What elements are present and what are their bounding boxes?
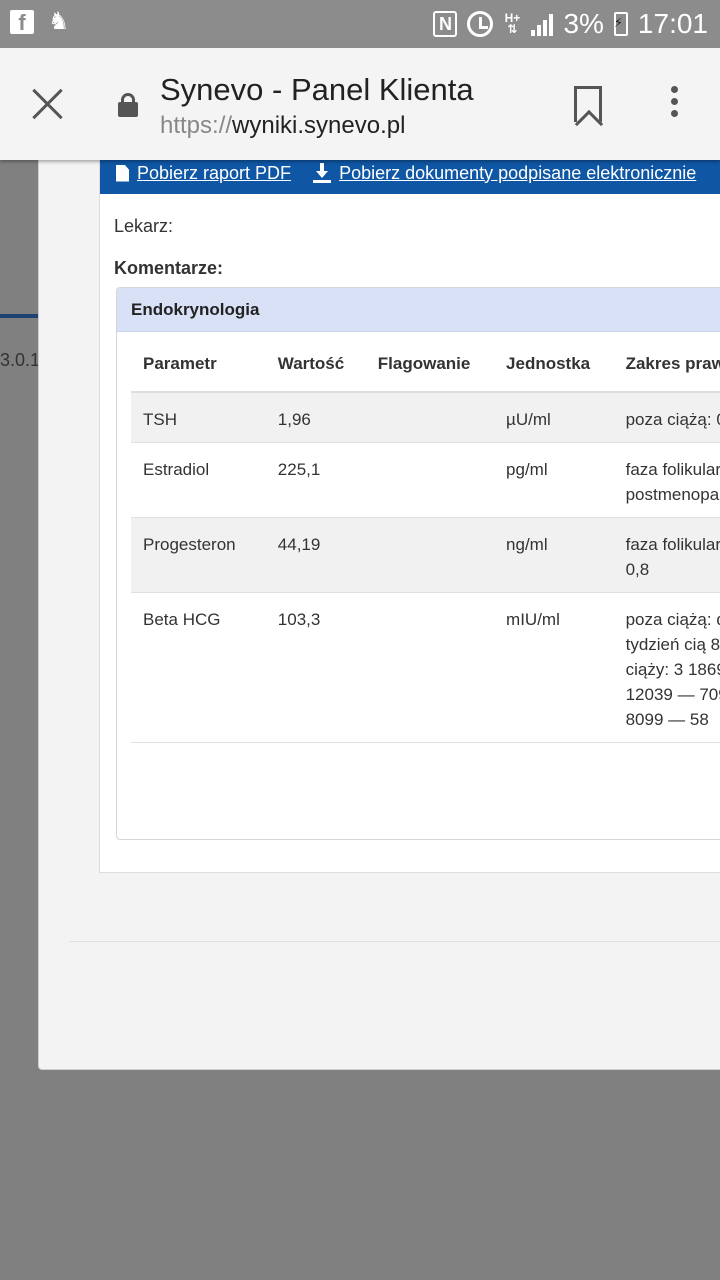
status-bar: f ♞ N H+⇅ 3% 17:01	[0, 0, 720, 48]
battery-percent: 3%	[563, 8, 604, 39]
cell-value: 1,96	[265, 392, 366, 443]
cell-flag	[365, 517, 495, 593]
close-icon[interactable]	[30, 86, 66, 122]
table-header-row: Parametr Wartość Flagowanie Jednostka Za…	[131, 348, 720, 393]
page-title[interactable]: Synevo - Panel Klienta	[160, 72, 474, 108]
cell-flag	[365, 442, 495, 518]
url-scheme: https://	[160, 112, 233, 139]
cell-unit: ng/ml	[494, 517, 614, 593]
cell-param: Beta HCG	[131, 592, 266, 743]
column-header: Flagowanie	[365, 348, 495, 393]
cell-range: faza folikularna : postmenopauza	[613, 442, 720, 518]
cell-range: faza folikularna 0 0,1 - 0,8	[613, 517, 720, 593]
cell-range: poza ciążą: do 5. 750 5 tydzień cią 8 ty…	[613, 592, 720, 743]
background-page: 3.0.1	[0, 160, 40, 1070]
nfc-icon: N	[433, 11, 458, 37]
url-host: wyniki.synevo.pl	[232, 112, 406, 139]
table-row: Progesteron 44,19 ng/ml faza folikularna…	[131, 517, 720, 593]
column-header: Parametr	[131, 348, 266, 393]
results-modal: Pobierz raport PDF Pobierz dokumenty pod…	[38, 160, 720, 1070]
download-signed-docs-label: Pobierz dokumenty podpisane elektroniczn…	[339, 162, 697, 183]
hplus-network-icon: H+ ⇅	[504, 11, 521, 36]
file-icon	[116, 164, 129, 182]
download-signed-docs-link[interactable]: Pobierz dokumenty podpisane elektroniczn…	[313, 163, 696, 184]
network-label: H+	[504, 11, 521, 25]
cell-value: 103,3	[265, 592, 366, 743]
page-url[interactable]: https://wyniki.synevo.pl	[160, 112, 405, 140]
cell-param: Progesteron	[131, 517, 266, 593]
notification-figure-icon: ♞	[48, 8, 70, 35]
cell-range: poza ciążą: 0,27 3,15	[613, 392, 720, 443]
modal-divider	[69, 941, 720, 942]
table-row: Beta HCG 103,3 mIU/ml poza ciążą: do 5. …	[131, 592, 720, 743]
download-icon	[313, 163, 332, 183]
battery-charging-icon	[613, 12, 628, 36]
cell-flag	[365, 392, 495, 443]
cell-value: 44,19	[265, 517, 366, 593]
browser-toolbar: Synevo - Panel Klienta https://wyniki.sy…	[0, 48, 720, 160]
table-row: Estradiol 225,1 pg/ml faza folikularna :…	[131, 442, 720, 518]
signal-icon	[531, 12, 554, 36]
results-table: Parametr Wartość Flagowanie Jednostka Za…	[131, 348, 720, 743]
cell-param: Estradiol	[131, 442, 266, 518]
comments-label: Komentarze:	[114, 258, 224, 278]
bookmark-icon[interactable]	[574, 86, 602, 122]
download-pdf-label: Pobierz raport PDF	[137, 162, 292, 183]
cell-flag	[365, 592, 495, 743]
cell-param: TSH	[131, 392, 266, 443]
cell-unit: pg/ml	[494, 442, 614, 518]
cell-value: 225,1	[265, 442, 366, 518]
cell-unit: mIU/ml	[494, 592, 614, 743]
results-card: Endokrynologia Parametr Wartość Flagowan…	[116, 287, 720, 840]
alarm-icon	[467, 11, 494, 37]
background-version-text: 3.0.1	[0, 350, 41, 370]
column-header: Wartość	[265, 348, 366, 393]
facebook-icon: f	[10, 10, 34, 35]
page-viewport: 3.0.1 Pobierz raport PDF Pobierz dokumen…	[0, 160, 720, 1280]
section-title: Endokrynologia	[117, 288, 720, 332]
doctor-label: Lekarz:	[114, 216, 174, 236]
action-bar: Pobierz raport PDF Pobierz dokumenty pod…	[100, 160, 720, 194]
more-menu-icon[interactable]	[668, 86, 680, 122]
download-pdf-link[interactable]: Pobierz raport PDF	[116, 163, 291, 184]
clock: 17:01	[637, 8, 708, 39]
column-header: Jednostka	[494, 348, 614, 393]
cell-unit: µU/ml	[494, 392, 614, 443]
results-panel: Pobierz raport PDF Pobierz dokumenty pod…	[99, 160, 720, 873]
table-row: TSH 1,96 µU/ml poza ciążą: 0,27 3,15	[131, 392, 720, 443]
lock-icon[interactable]	[118, 93, 138, 117]
column-header: Zakres prawidłow	[613, 348, 720, 393]
background-divider	[0, 314, 38, 318]
